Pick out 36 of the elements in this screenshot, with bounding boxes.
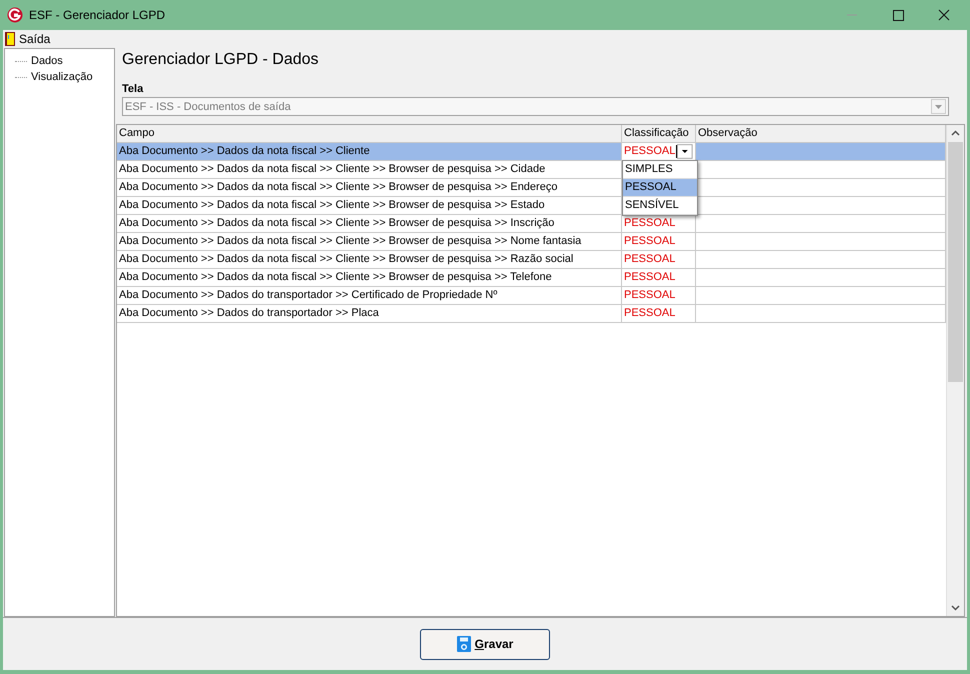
scrollbar-thumb[interactable] [948,142,963,382]
table-cell: PESSOAL [622,233,696,250]
table-cell: Aba Documento >> Dados da nota fiscal >> Cliente >> Browser de pesquisa >> Cidade [117,161,622,178]
app-logo-icon [7,7,23,23]
table-cell: Aba Documento >> Dados da nota fiscal >> Cliente >> Browser de pesquisa >> Razão social [117,251,622,268]
dropdown-option[interactable]: SENSÍVEL [623,197,697,215]
table-cell: Aba Documento >> Dados da nota fiscal >> Cliente >> Browser de pesquisa >> Endereço [117,179,622,196]
tree-item[interactable]: Visualização [30,71,94,83]
table-row[interactable]: Aba Documento >> Dados do transportador >> Certificado de Propriedade Nº PESSOAL [117,287,946,305]
table-cell: PESSOAL [622,269,696,286]
table-cell: Aba Documento >> Dados da nota fiscal >> Cliente >> Browser de pesquisa >> Telefone [117,269,622,286]
save-button[interactable]: Gravar [420,628,550,660]
table-cell: PESSOAL [622,305,696,322]
dropdown-option[interactable]: PESSOAL [623,179,697,197]
menu-item[interactable]: Saída [3,32,52,46]
tree-item[interactable]: Dados [30,55,64,67]
table-cell: Aba Documento >> Dados da nota fiscal >> Cliente >> Browser de pesquisa >> Estado [117,197,622,214]
door-icon [5,32,15,46]
table-row[interactable]: Aba Documento >> Dados da nota fiscal >> Cliente >> Browser de pesquisa >> Telefone PESSOAL [117,269,946,287]
table-row[interactable]: Aba Documento >> Dados do transportador >> Placa PESSOAL [117,305,946,323]
table-cell: PESSOAL [622,251,696,268]
table-row[interactable]: Aba Documento >> Dados da nota fiscal >> Cliente >> Browser de pesquisa >> Razão social PESSOAL [117,251,946,269]
table-row[interactable]: Aba Documento >> Dados da nota fiscal >> Cliente >> Browser de pesquisa >> Nome fantasia PESSOAL [117,233,946,251]
table-cell: Aba Documento >> Dados do transportador >> Certificado de Propriedade Nº [117,287,622,304]
window-title: ESF - Gerenciador LGPD [29,8,166,22]
table-cell: PESSOAL [622,215,696,232]
table-cell: Aba Documento >> Dados da nota fiscal >> Cliente >> Browser de pesquisa >> Inscrição [117,215,622,232]
field-label: Tela [122,83,144,95]
table-cell: Aba Documento >> Dados do transportador >> Placa [117,305,622,322]
table-cell: Aba Documento >> Dados da nota fiscal >> Cliente >> Browser de pesquisa >> Nome fantasia [117,233,622,250]
page-heading: Gerenciador LGPD - Dados [122,50,320,70]
table-row[interactable]: Aba Documento >> Dados da nota fiscal >> Cliente >> Browser de pesquisa >> Inscrição PESSOAL [117,215,946,233]
column-header[interactable]: Classificação [622,125,696,142]
column-header[interactable]: Campo [117,125,622,142]
table-cell: PESSOAL [622,287,696,304]
vertical-scrollbar[interactable] [946,125,964,616]
